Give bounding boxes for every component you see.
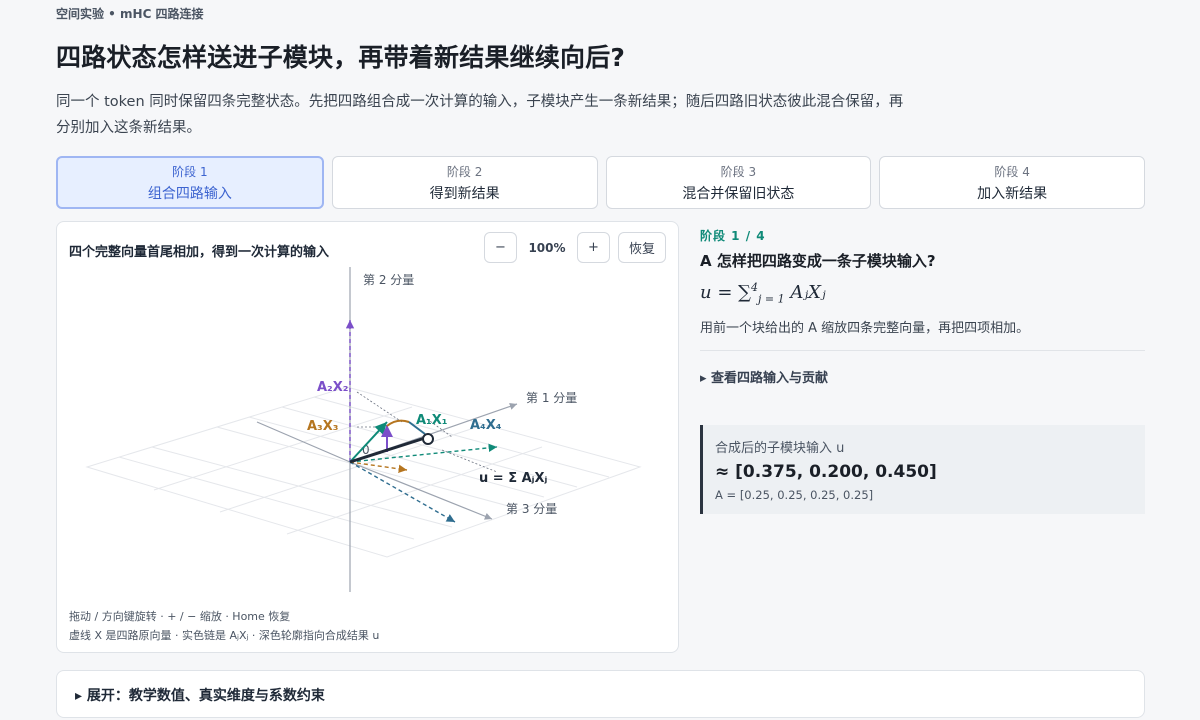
axis-label-2: 第 2 分量 xyxy=(363,273,414,287)
stage-question: A 怎样把四路变成一条子模块输入? xyxy=(700,252,936,270)
sum-symbol: ∑ xyxy=(738,282,751,303)
label-a3x3: A₃X₃ xyxy=(307,419,338,434)
stage-label: 加入新结果 xyxy=(977,185,1048,202)
stage-number: 阶段 4 xyxy=(994,164,1030,179)
breadcrumb: 空间实验 • mHC 四路连接 xyxy=(56,7,204,21)
zoom-in-button[interactable]: + xyxy=(576,232,610,263)
zoom-controls: − 100% + 恢复 xyxy=(483,232,666,263)
interaction-hint: 拖动 / 方向键旋转 · + / − 缩放 · Home 恢复 xyxy=(69,610,291,623)
reset-view-button[interactable]: 恢复 xyxy=(617,232,666,263)
stage-label: 混合并保留旧状态 xyxy=(682,185,795,202)
label-a2x2: A₂X₂ xyxy=(317,380,348,395)
label-a1x1: A₁X₁ xyxy=(416,413,447,428)
stage-label: 得到新结果 xyxy=(429,185,500,202)
page-subtitle: 同一个 token 同时保留四条完整状态。先把四路组合成一次计算的输入，子模块产… xyxy=(56,94,904,136)
floor-grid xyxy=(85,386,642,558)
stage-number: 阶段 3 xyxy=(720,164,757,179)
stage-description: 用前一个块给出的 A 缩放四条完整向量，再把四项相加。 xyxy=(700,321,1030,336)
axis-label-1: 第 1 分量 xyxy=(526,391,577,405)
legend-hint: 虚线 X 是四路原向量 · 实色链是 AⱼXⱼ · 深色轮廓指向合成结果 u xyxy=(69,629,380,642)
vector-3d-canvas[interactable]: 第 2 分量 第 1 分量 第 3 分量 0 A₂X₂ A₃X₃ A₁X₁ A₄… xyxy=(57,222,680,654)
zoom-level: 100% xyxy=(528,240,566,255)
zoom-out-button[interactable]: − xyxy=(483,232,517,263)
stage-info-panel: 阶段 1 / 4 A 怎样把四路变成一条子模块输入? u = ∑4j = 1 A… xyxy=(700,227,1145,386)
result-value: ≈ [0.375, 0.200, 0.450] xyxy=(715,462,937,482)
tab-stage-1[interactable]: 阶段 1 组合四路输入 xyxy=(56,156,324,209)
expand-details-section[interactable]: ▸ 展开：教学数值、真实维度与系数约束 xyxy=(56,670,1145,718)
tab-stage-3[interactable]: 阶段 3 混合并保留旧状态 xyxy=(605,156,872,209)
formula-upper-limit: 4 xyxy=(751,281,758,294)
result-label: 合成后的子模块输入 u xyxy=(715,441,845,456)
result-endpoint-handle[interactable] xyxy=(422,433,434,445)
page-title: 四路状态怎样送进子模块，再带着新结果继续向后? xyxy=(56,43,626,72)
details-toggle[interactable]: ▸ 查看四路输入与贡献 xyxy=(700,367,1145,386)
divider xyxy=(700,350,1145,351)
stage-number: 阶段 2 xyxy=(446,164,483,179)
formula-lhs: u = xyxy=(700,282,733,303)
stage-indicator: 阶段 1 / 4 xyxy=(700,229,766,243)
formula-term: AⱼXⱼ xyxy=(790,282,826,303)
stage-label: 组合四路输入 xyxy=(147,185,232,202)
stage-number: 阶段 1 xyxy=(172,164,208,179)
vector-visualization-panel: 第 2 分量 第 1 分量 第 3 分量 0 A₂X₂ A₃X₃ A₁X₁ A₄… xyxy=(56,221,679,653)
tab-stage-4[interactable]: 阶段 4 加入新结果 xyxy=(879,156,1145,209)
result-coefficients: A = [0.25, 0.25, 0.25, 0.25] xyxy=(715,488,874,502)
axis-label-3: 第 3 分量 xyxy=(506,502,557,516)
label-u: u = Σ AⱼXⱼ xyxy=(479,471,548,486)
result-card: 合成后的子模块输入 u ≈ [0.375, 0.200, 0.450] A = … xyxy=(700,425,1145,514)
label-a4x4: A₄X₄ xyxy=(470,418,502,433)
formula-lower-limit: j = 1 xyxy=(758,292,785,306)
tab-stage-2[interactable]: 阶段 2 得到新结果 xyxy=(331,156,598,209)
stage-tabs: 阶段 1 组合四路输入 阶段 2 得到新结果 阶段 3 混合并保留旧状态 阶段 … xyxy=(56,156,1145,209)
viz-title: 四个完整向量首尾相加，得到一次计算的输入 xyxy=(69,245,330,260)
sum-formula: u = ∑4j = 1 AⱼXⱼ xyxy=(700,281,1145,311)
